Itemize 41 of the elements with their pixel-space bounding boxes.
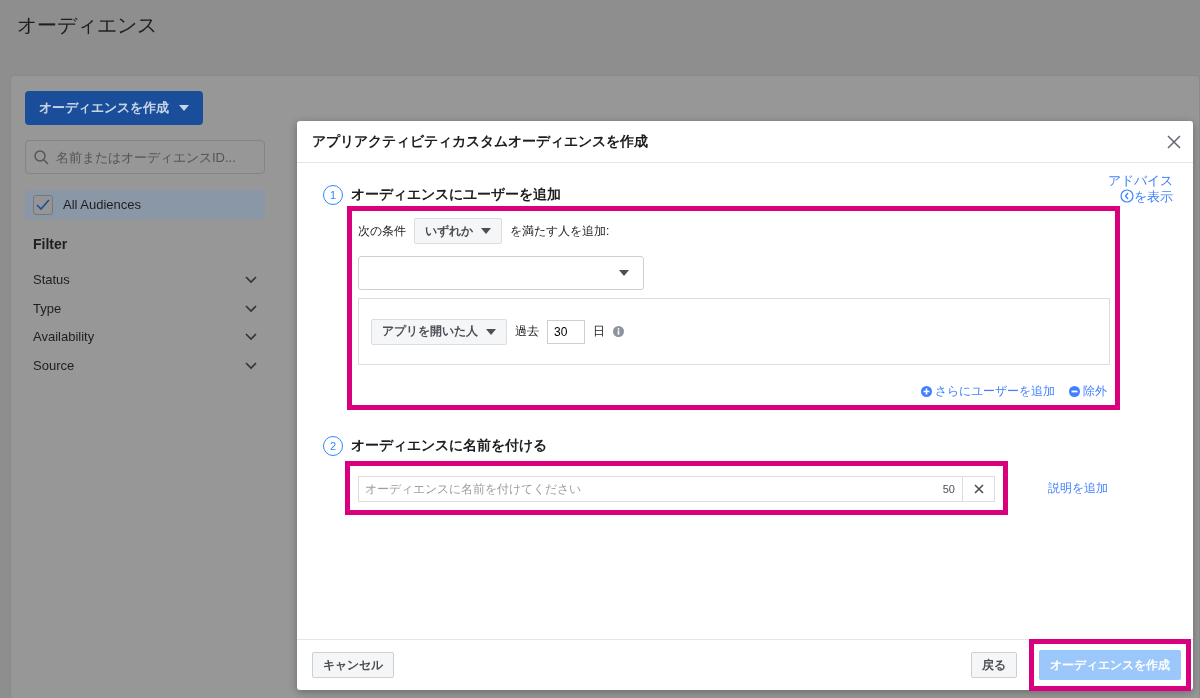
back-button[interactable]: 戻る xyxy=(971,652,1017,678)
condition-label: 次の条件 xyxy=(358,222,406,240)
add-users-link[interactable]: さらにユーザーを追加 xyxy=(921,383,1055,400)
checkbox[interactable] xyxy=(33,194,53,215)
plus-icon xyxy=(921,386,932,397)
days-field[interactable]: 30 xyxy=(547,319,585,344)
chevron-left-icon xyxy=(1120,189,1134,203)
match-dropdown[interactable]: いずれか xyxy=(414,218,502,244)
close-icon[interactable] xyxy=(1165,132,1183,151)
dropdown-field[interactable] xyxy=(358,256,644,290)
caret-icon xyxy=(481,228,491,234)
filter-item[interactable]: Type xyxy=(33,293,257,323)
search-icon xyxy=(34,150,49,165)
caret-icon xyxy=(486,328,496,335)
event-dropdown[interactable]: アプリを開いた人 xyxy=(371,318,507,345)
filter-item[interactable]: Availability xyxy=(33,322,257,352)
minus-icon xyxy=(1069,386,1080,397)
dialog-title: アプリアクティビティカスタムオーディエンスを作成 xyxy=(312,132,648,151)
advice-link[interactable]: アドバイス を表示 xyxy=(1089,173,1173,205)
section-heading: オーディエンスにユーザーを追加 xyxy=(351,186,561,204)
past-label: 過去 xyxy=(515,323,539,340)
all-audiences-item[interactable]: All Audiences xyxy=(25,190,265,219)
chevron-icon xyxy=(245,332,257,342)
chevron-icon xyxy=(245,274,257,284)
days-unit: 日 xyxy=(593,323,605,340)
filter-item[interactable]: Status xyxy=(33,265,257,294)
add-description-link[interactable]: 説明を追加 xyxy=(1048,479,1108,497)
exclude-link[interactable]: 除外 xyxy=(1069,383,1107,400)
cancel-button[interactable]: キャンセル xyxy=(312,652,394,678)
caret-icon xyxy=(179,105,189,111)
section-heading: オーディエンスに名前を付ける xyxy=(351,437,547,455)
caret-icon xyxy=(619,270,629,276)
filter-item[interactable]: Source xyxy=(33,351,257,380)
condition-label: を満たす人を追加: xyxy=(510,222,610,240)
chevron-icon xyxy=(245,360,257,370)
page-title: オーディエンス xyxy=(16,13,158,38)
create-audience-button[interactable]: オーディエンスを作成 xyxy=(25,91,203,125)
filter-heading: Filter xyxy=(33,236,68,252)
chevron-icon xyxy=(245,303,257,313)
info-icon xyxy=(613,326,624,337)
character-count: 50 xyxy=(942,483,955,495)
